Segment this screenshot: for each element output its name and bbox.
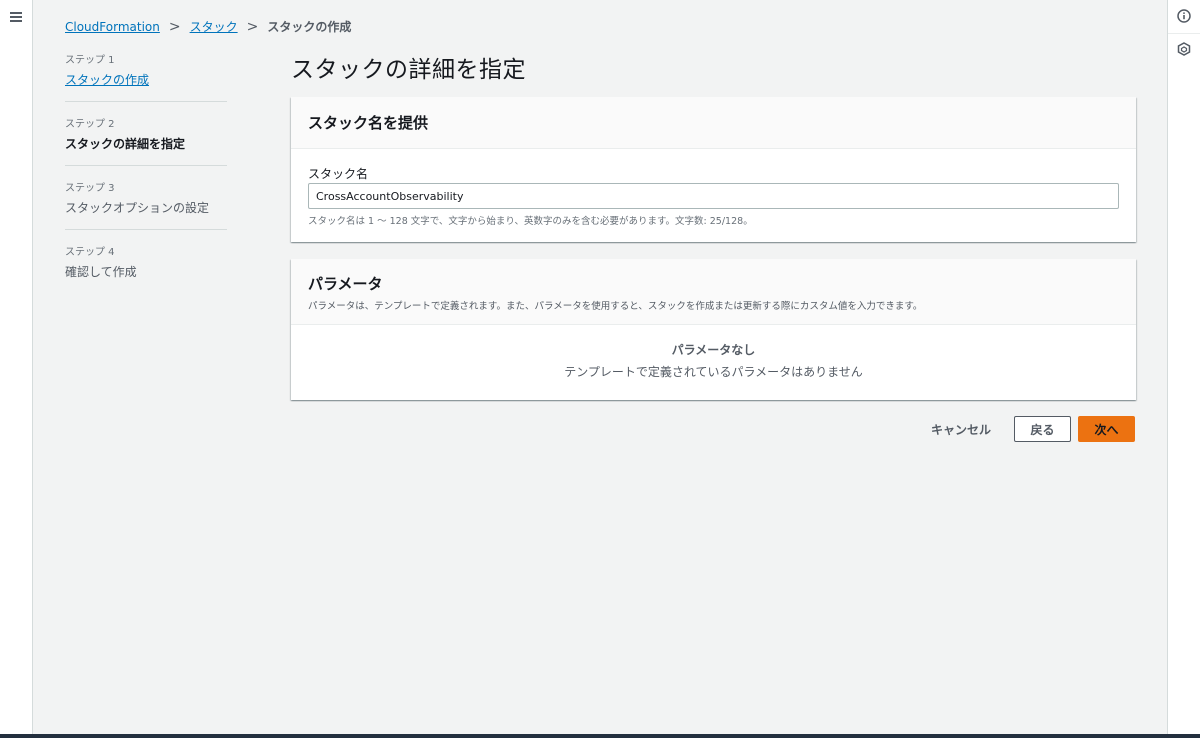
step-label: ステップ 3 (65, 183, 115, 194)
step-title: スタックオプションの設定 (65, 201, 210, 215)
step-label: ステップ 1 (65, 55, 115, 66)
step-2: ステップ 2 スタックの詳細を指定 (65, 101, 227, 152)
bottom-bar (0, 734, 1200, 738)
chevron-right-icon: > (168, 18, 181, 35)
rail-divider (1168, 33, 1200, 34)
stack-name-hint: スタック名は 1 〜 128 文字で、文字から始まり、英数字のみを含む必要があり… (308, 216, 753, 227)
breadcrumb-stacks[interactable]: スタック (190, 18, 238, 35)
right-rail (1167, 0, 1200, 738)
step-1: ステップ 1 スタックの作成 (65, 51, 227, 88)
step-label: ステップ 2 (65, 119, 115, 130)
stack-name-label: スタック名 (308, 167, 369, 181)
page-title: スタックの詳細を指定 (291, 57, 526, 83)
hexagon-icon[interactable] (1177, 42, 1191, 56)
step-link-create-stack[interactable]: スタックの作成 (65, 71, 227, 88)
info-icon[interactable] (1177, 9, 1191, 23)
chevron-right-icon: > (246, 18, 259, 35)
stack-name-input[interactable] (308, 183, 1119, 209)
menu-icon[interactable] (10, 12, 22, 22)
step-label: ステップ 4 (65, 247, 115, 258)
cancel-button[interactable]: キャンセル (920, 416, 1002, 442)
wizard-steps: ステップ 1 スタックの作成 ステップ 2 スタックの詳細を指定 ステップ 3 … (65, 51, 227, 280)
empty-state-description: テンプレートで定義されているパラメータはありません (564, 365, 863, 379)
breadcrumb: CloudFormation > スタック > スタックの作成 (65, 18, 351, 35)
step-3: ステップ 3 スタックオプションの設定 (65, 165, 227, 216)
breadcrumb-current: スタックの作成 (267, 20, 352, 34)
panel-description: パラメータは、テンプレートで定義されます。また、パラメータを使用すると、スタック… (308, 301, 923, 312)
step-title: 確認して作成 (65, 265, 137, 279)
panel-title: スタック名を提供 (308, 114, 429, 132)
panel-header: スタック名を提供 (291, 97, 1136, 149)
parameters-panel: パラメータ パラメータは、テンプレートで定義されます。また、パラメータを使用する… (291, 259, 1136, 400)
empty-state-title: パラメータなし (671, 343, 756, 357)
panel-title: パラメータ (308, 275, 383, 293)
back-button[interactable]: 戻る (1014, 416, 1071, 442)
next-button[interactable]: 次へ (1078, 416, 1135, 442)
stack-name-panel: スタック名を提供 スタック名 スタック名は 1 〜 128 文字で、文字から始ま… (291, 97, 1136, 242)
panel-header: パラメータ パラメータは、テンプレートで定義されます。また、パラメータを使用する… (291, 259, 1136, 325)
step-current-title: スタックの詳細を指定 (65, 137, 186, 151)
breadcrumb-cloudformation[interactable]: CloudFormation (65, 20, 160, 34)
step-4: ステップ 4 確認して作成 (65, 229, 227, 280)
left-rail (0, 0, 33, 738)
